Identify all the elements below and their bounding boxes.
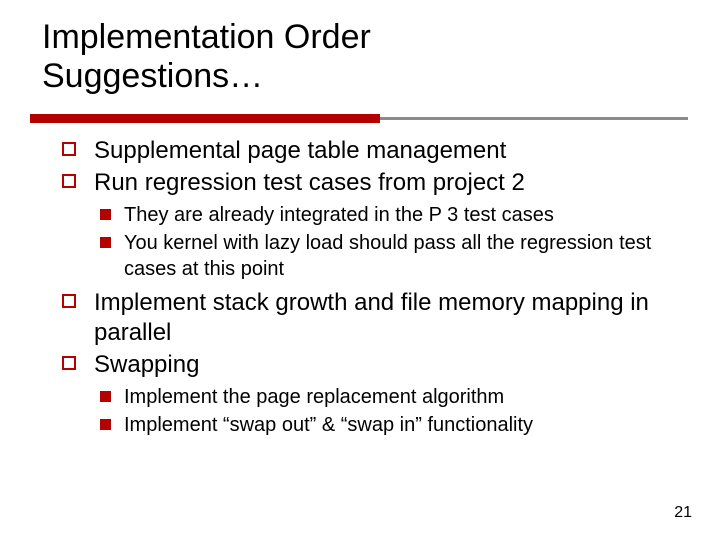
bullet-text: Swapping	[94, 351, 199, 378]
sub-bullet-list: Implement the page replacement algorithm…	[94, 384, 674, 438]
bullet-text: Run regression test cases from project 2	[94, 169, 525, 196]
rule-red-segment	[30, 114, 380, 123]
page-number: 21	[674, 504, 692, 522]
sub-bullet-text: Implement “swap out” & “swap in” functio…	[124, 414, 533, 436]
sub-bullet-text: Implement the page replacement algorithm	[124, 386, 504, 408]
bullet-list: Supplemental page table management Run r…	[58, 136, 674, 438]
bullet-text: Implement stack growth and file memory m…	[94, 289, 649, 346]
bullet-item: Supplemental page table management	[58, 136, 674, 166]
bullet-item: Swapping Implement the page replacement …	[58, 350, 674, 438]
bullet-item: Run regression test cases from project 2…	[58, 168, 674, 282]
content-area: Supplemental page table management Run r…	[58, 136, 674, 444]
sub-bullet-list: They are already integrated in the P 3 t…	[94, 202, 674, 282]
sub-bullet-item: Implement the page replacement algorithm	[94, 384, 674, 410]
rule-gray-segment	[380, 117, 688, 120]
title-line-2: Suggestions…	[42, 57, 263, 95]
title-line-1: Implementation Order	[42, 18, 371, 56]
sub-bullet-text: You kernel with lazy load should pass al…	[124, 232, 651, 280]
slide: Implementation Order Suggestions… Supple…	[0, 0, 720, 540]
sub-bullet-item: They are already integrated in the P 3 t…	[94, 202, 674, 228]
sub-bullet-item: Implement “swap out” & “swap in” functio…	[94, 412, 674, 438]
bullet-text: Supplemental page table management	[94, 137, 506, 164]
sub-bullet-item: You kernel with lazy load should pass al…	[94, 230, 674, 282]
horizontal-rule	[30, 114, 688, 124]
bullet-item: Implement stack growth and file memory m…	[58, 288, 674, 348]
sub-bullet-text: They are already integrated in the P 3 t…	[124, 204, 554, 226]
slide-title: Implementation Order Suggestions…	[42, 18, 371, 96]
